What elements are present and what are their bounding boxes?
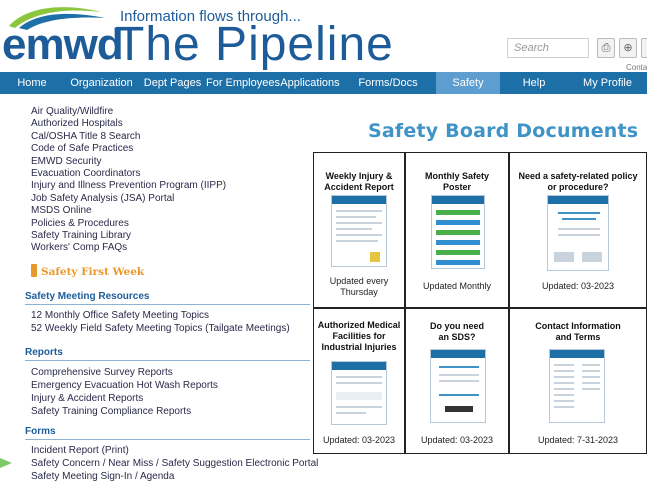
document-thumbnail <box>431 195 485 269</box>
emwd-logo[interactable]: emwd <box>2 20 124 70</box>
card-title: Need a safety-related policy or procedur… <box>518 171 638 192</box>
reports-list: Comprehensive Survey Reports Emergency E… <box>31 366 218 418</box>
nav-help[interactable]: Help <box>500 72 568 94</box>
section-heading-reports: Reports <box>25 347 310 361</box>
card-title: Weekly Injury & Accident Report <box>324 171 394 192</box>
sidebar-link[interactable]: Safety Training Library <box>31 230 226 242</box>
forms-list: Incident Report (Print) Safety Concern /… <box>31 444 318 481</box>
card-monthly-safety-poster[interactable]: Monthly Safety Poster Updated Monthly <box>405 152 509 308</box>
page-title: Safety Board Documents <box>368 120 639 142</box>
main-nav: Home Organization Dept Pages For Employe… <box>0 72 647 94</box>
sidebar-link[interactable]: EMWD Security <box>31 156 226 168</box>
list-item[interactable]: Comprehensive Survey Reports <box>31 366 218 379</box>
sidebar-link[interactable]: Code of Safe Practices <box>31 143 226 155</box>
zoom-in-icon[interactable]: ⊕ <box>619 38 637 58</box>
print-page-icon[interactable]: ⎙ <box>597 38 615 58</box>
sidebar-link[interactable]: Injury and Illness Prevention Program (I… <box>31 180 226 192</box>
nav-safety[interactable]: Safety <box>436 72 500 94</box>
section-heading-forms: Forms <box>25 426 310 440</box>
card-authorized-medical-facilities[interactable]: Authorized Medical Facilities for Indust… <box>313 308 405 454</box>
card-caption: Updated: 03-2023 <box>420 435 494 445</box>
list-item[interactable]: Safety Concern / Near Miss / Safety Sugg… <box>31 457 318 470</box>
card-contact-information[interactable]: Contact Information and Terms Updated: 7… <box>509 308 647 454</box>
sidebar-link[interactable]: Cal/OSHA Title 8 Search <box>31 131 226 143</box>
card-caption: Updated Monthly <box>422 281 492 291</box>
card-title: Authorized Medical Facilities for Indust… <box>317 320 401 352</box>
safety-first-week-link[interactable]: Safety First Week <box>31 264 144 278</box>
list-item[interactable]: 52 Weekly Field Safety Meeting Topics (T… <box>31 322 290 335</box>
sidebar-link[interactable]: MSDS Online <box>31 205 226 217</box>
contact-link[interactable]: Contact <box>626 63 647 72</box>
document-thumbnail <box>430 349 486 423</box>
card-title: Contact Information and Terms <box>535 321 621 342</box>
card-weekly-injury-report[interactable]: Weekly Injury & Accident Report Updated … <box>313 152 405 308</box>
nav-forms-docs[interactable]: Forms/Docs <box>340 72 436 94</box>
sidebar-link[interactable]: Job Safety Analysis (JSA) Portal <box>31 193 226 205</box>
list-item[interactable]: Safety Training Compliance Reports <box>31 405 218 418</box>
section-heading-meeting-resources: Safety Meeting Resources <box>25 291 310 305</box>
card-caption: Updated: 03-2023 <box>322 435 396 445</box>
more-tools-icon[interactable] <box>641 38 647 58</box>
document-thumbnail <box>547 195 609 271</box>
nav-organization[interactable]: Organization <box>64 72 139 94</box>
sidebar-link[interactable]: Policies & Procedures <box>31 218 226 230</box>
list-item[interactable]: Safety Meeting Sign-In / Agenda <box>31 470 318 481</box>
card-title: Monthly Safety Poster <box>424 171 489 192</box>
card-sds[interactable]: Do you need an SDS? Updated: 03-2023 <box>405 308 509 454</box>
safety-first-label: Safety First Week <box>41 266 145 278</box>
sidebar-link[interactable]: Evacuation Coordinators <box>31 168 226 180</box>
card-title: Do you need an SDS? <box>430 321 485 342</box>
nav-home[interactable]: Home <box>0 72 64 94</box>
card-caption: Updated: 03-2023 <box>541 281 615 291</box>
nav-for-employees[interactable]: For Employees <box>206 72 280 94</box>
sidebar: Air Quality/Wildfire Authorized Hospital… <box>0 94 318 481</box>
list-item[interactable]: Emergency Evacuation Hot Wash Reports <box>31 379 218 392</box>
sidebar-link[interactable]: Authorized Hospitals <box>31 118 226 130</box>
document-thumbnail <box>331 361 387 425</box>
sidebar-link[interactable]: Air Quality/Wildfire <box>31 106 226 118</box>
nav-my-profile[interactable]: My Profile <box>568 72 647 94</box>
document-thumbnail <box>549 349 605 423</box>
site-header: emwd Information flows through... The Pi… <box>0 0 647 72</box>
card-caption: Updated: 7-31-2023 <box>537 435 619 445</box>
card-policy-procedure[interactable]: Need a safety-related policy or procedur… <box>509 152 647 308</box>
nav-applications[interactable]: Applications <box>280 72 340 94</box>
meeting-resources-list: 12 Monthly Office Safety Meeting Topics … <box>31 309 290 335</box>
search-input[interactable]: Search <box>507 38 589 58</box>
pointer-arrow-icon <box>0 458 12 468</box>
nav-dept-pages[interactable]: Dept Pages <box>139 72 206 94</box>
list-item[interactable]: 12 Monthly Office Safety Meeting Topics <box>31 309 290 322</box>
flag-icon <box>31 264 37 277</box>
site-title: The Pipeline <box>115 18 394 71</box>
list-item[interactable]: Incident Report (Print) <box>31 444 318 457</box>
safety-links-list: Air Quality/Wildfire Authorized Hospital… <box>31 106 226 255</box>
card-caption: Updated every Thursday <box>329 276 389 297</box>
document-thumbnail <box>331 195 387 267</box>
sidebar-link[interactable]: Workers' Comp FAQs <box>31 242 226 254</box>
list-item[interactable]: Injury & Accident Reports <box>31 392 218 405</box>
